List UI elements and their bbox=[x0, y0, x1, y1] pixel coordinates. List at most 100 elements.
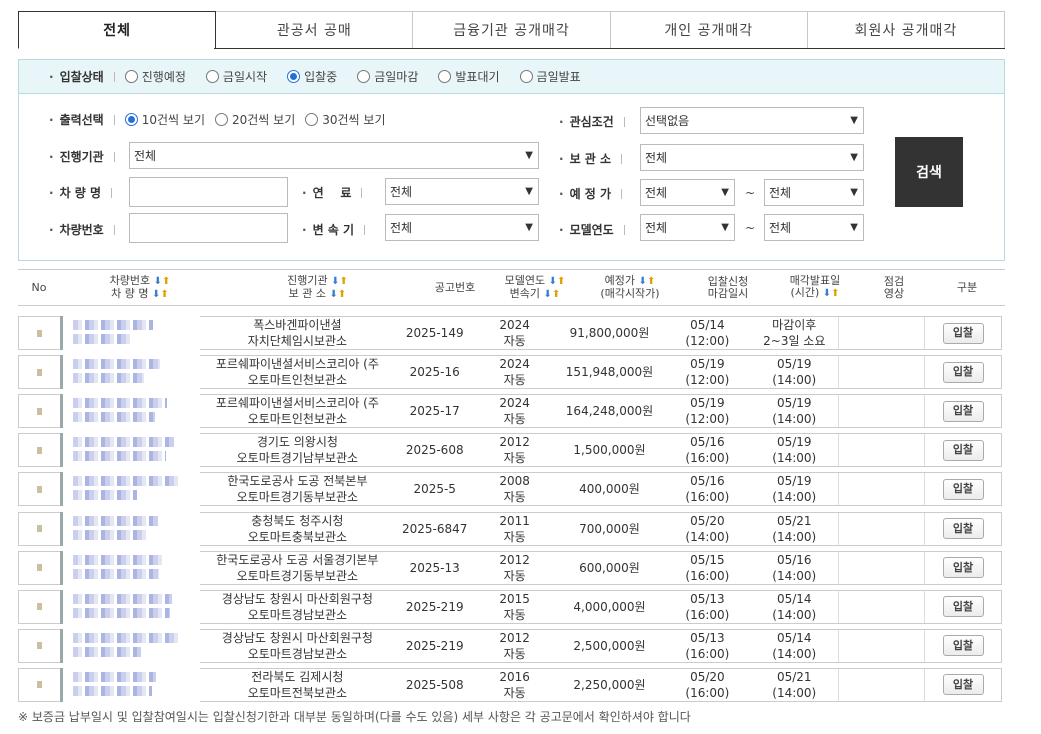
output-option-10[interactable]: 10건씩 보기 bbox=[124, 111, 205, 128]
tab-all[interactable]: 전체 bbox=[18, 11, 217, 49]
status-option-announce-today[interactable]: 금일발표 bbox=[519, 68, 581, 85]
price-to-select[interactable]: 전체 ▼ bbox=[764, 179, 864, 206]
col-notice: 공고번호 bbox=[434, 280, 476, 294]
status-option-scheduled[interactable]: 진행예정 bbox=[124, 68, 186, 85]
price-cell: 4,000,000원 bbox=[573, 599, 646, 614]
search-button[interactable]: 검색 bbox=[895, 137, 963, 207]
type-cell: 입찰 bbox=[925, 356, 1001, 388]
price-from-select[interactable]: 전체 ▼ bbox=[640, 179, 735, 206]
row-box: 경상남도 창원시 마산회원구청 오토마트경남보관소 2025-219 2012 자동 2,… bbox=[200, 628, 1002, 663]
row-no-cell bbox=[18, 667, 60, 702]
car-no-input[interactable] bbox=[129, 213, 288, 243]
radio-icon[interactable] bbox=[205, 70, 219, 83]
gear-select[interactable]: 전체 ▼ bbox=[385, 214, 539, 241]
output-option-20[interactable]: 20건씩 보기 bbox=[214, 111, 295, 128]
year-from-select[interactable]: 전체 ▼ bbox=[640, 214, 735, 241]
agency-storage-cell[interactable]: 포르쉐파이낸셜서비스코리아 (주 오토마트인천보관소 bbox=[200, 395, 395, 427]
divider bbox=[623, 224, 625, 235]
sort-arrows-icon[interactable]: ⬇⬆ bbox=[823, 288, 840, 299]
car-thumbnail[interactable] bbox=[60, 511, 200, 546]
type-cell: 입찰 bbox=[925, 669, 1001, 701]
car-thumbnail[interactable] bbox=[60, 355, 200, 390]
bid-button[interactable]: 입찰 bbox=[942, 635, 984, 657]
sort-arrows-icon[interactable]: ⬇⬆ bbox=[152, 289, 169, 300]
sort-arrows-icon[interactable]: ⬇⬆ bbox=[330, 289, 347, 300]
agency-select[interactable]: 전체 ▼ bbox=[129, 142, 539, 169]
radio-icon[interactable] bbox=[214, 113, 228, 126]
bid-button[interactable]: 입찰 bbox=[942, 400, 984, 422]
radio-icon[interactable] bbox=[124, 70, 138, 83]
blurred-plate bbox=[73, 398, 167, 409]
col-model-year[interactable]: 모델연도 ⬇⬆ 변속기 ⬇⬆ bbox=[495, 270, 575, 305]
blurred-plate bbox=[73, 476, 181, 487]
radio-selected-icon[interactable] bbox=[287, 70, 301, 83]
agency-storage-cell[interactable]: 경상남도 창원시 마산회원구청 오토마트경남보관소 bbox=[200, 630, 395, 662]
radio-icon[interactable] bbox=[438, 70, 452, 83]
blurred-name bbox=[73, 334, 133, 344]
agency-storage-cell[interactable]: 폭스바겐파이낸셜 자치단체임시보관소 bbox=[200, 317, 395, 349]
interest-select[interactable]: 선택없음 ▼ bbox=[640, 107, 864, 134]
sort-arrows-icon[interactable]: ⬇⬆ bbox=[154, 276, 171, 287]
car-thumbnail[interactable] bbox=[60, 433, 200, 468]
status-option-awaiting[interactable]: 발표대기 bbox=[438, 68, 500, 85]
bid-button[interactable]: 입찰 bbox=[942, 361, 984, 383]
agency-storage-cell[interactable]: 전라북도 김제시청 오토마트전북보관소 bbox=[200, 669, 395, 701]
radio-icon[interactable] bbox=[305, 113, 319, 126]
agency-storage-cell[interactable]: 경기도 의왕시청 오토마트경기남부보관소 bbox=[200, 434, 395, 466]
announce-cell: 05/19 (14:00) bbox=[772, 474, 817, 505]
bid-button[interactable]: 입찰 bbox=[942, 518, 984, 539]
bid-button[interactable]: 입찰 bbox=[942, 596, 984, 618]
status-option-start-today[interactable]: 금일시작 bbox=[205, 68, 267, 85]
bid-button[interactable]: 입찰 bbox=[942, 478, 984, 500]
radio-selected-icon[interactable] bbox=[124, 113, 138, 126]
col-announce[interactable]: 매각발표일 (시간) ⬇⬆ bbox=[771, 270, 859, 305]
sort-arrows-icon[interactable]: ⬇⬆ bbox=[639, 276, 656, 287]
status-option-close-today[interactable]: 금일마감 bbox=[357, 68, 418, 85]
car-thumbnail[interactable] bbox=[60, 628, 200, 663]
col-type: 구분 bbox=[956, 280, 978, 294]
announce-cell: 05/21 (14:00) bbox=[772, 513, 817, 544]
tab-financial[interactable]: 금융기관 공개매각 bbox=[413, 11, 611, 49]
bid-button[interactable]: 입찰 bbox=[942, 557, 984, 579]
tab-personal[interactable]: 개인 공개매각 bbox=[610, 11, 808, 49]
bid-button[interactable]: 입찰 bbox=[942, 322, 984, 344]
col-no: No bbox=[31, 280, 47, 294]
blurred-name bbox=[73, 568, 159, 579]
tab-government[interactable]: 관공서 공매 bbox=[216, 11, 414, 49]
sort-arrows-icon[interactable]: ⬇⬆ bbox=[549, 276, 566, 287]
radio-icon[interactable] bbox=[357, 70, 371, 83]
interest-label: 관심조건 bbox=[559, 113, 614, 130]
sort-arrows-icon[interactable]: ⬇⬆ bbox=[331, 276, 348, 287]
year-to-select[interactable]: 전체 ▼ bbox=[764, 214, 864, 241]
car-name-input[interactable] bbox=[129, 177, 288, 207]
car-thumbnail[interactable] bbox=[60, 472, 200, 507]
radio-icon[interactable] bbox=[519, 70, 533, 83]
col-car-no[interactable]: 차량번호 ⬇⬆ 차 량 명 ⬇⬆ bbox=[60, 270, 220, 305]
car-thumbnail[interactable] bbox=[60, 316, 200, 350]
car-thumbnail[interactable] bbox=[60, 667, 200, 702]
car-thumbnail[interactable] bbox=[60, 550, 200, 585]
agency-storage-cell[interactable]: 한국도로공사 도공 전북본부 오토마트경기동부보관소 bbox=[200, 473, 395, 505]
year-gear-cell: 2012 자동 bbox=[499, 435, 530, 466]
col-agency[interactable]: 진행기관 ⬇⬆ 보 관 소 ⬇⬆ bbox=[220, 270, 415, 305]
sort-arrows-icon[interactable]: ⬇⬆ bbox=[544, 289, 561, 300]
storage-select[interactable]: 전체 ▼ bbox=[640, 144, 864, 171]
bid-button[interactable]: 입찰 bbox=[942, 439, 984, 461]
col-price[interactable]: 예정가 ⬇⬆ (매각시작가) bbox=[575, 270, 685, 305]
row-box: 한국도로공사 도공 전북본부 오토마트경기동부보관소 2025-5 2008 자동 400… bbox=[200, 472, 1002, 507]
car-no-label-wrap: 차량번호 bbox=[49, 221, 125, 238]
tab-member[interactable]: 회원사 공개매각 bbox=[807, 11, 1006, 49]
output-option-30[interactable]: 30건씩 보기 bbox=[305, 111, 385, 128]
car-thumbnail[interactable] bbox=[60, 589, 200, 624]
fuel-label-wrap: 연 료 bbox=[302, 184, 372, 201]
fuel-label: 연 료 bbox=[302, 184, 352, 201]
agency-storage-cell[interactable]: 포르쉐파이낸셜서비스코리아 (주 오토마트인천보관소 bbox=[200, 356, 395, 388]
agency-storage-cell[interactable]: 충청북도 청주시청 오토마트충북보관소 bbox=[200, 513, 395, 545]
agency-storage-cell[interactable]: 경상남도 창원시 마산회원구청 오토마트경남보관소 bbox=[200, 591, 395, 623]
price-cell: 700,000원 bbox=[579, 521, 640, 536]
agency-storage-cell[interactable]: 한국도로공사 도공 서울경기본부 오토마트경기동부보관소 bbox=[200, 552, 395, 584]
bid-button[interactable]: 입찰 bbox=[942, 674, 984, 696]
car-thumbnail[interactable] bbox=[60, 394, 200, 429]
status-option-bidding[interactable]: 입찰중 bbox=[287, 68, 337, 85]
fuel-select[interactable]: 전체 ▼ bbox=[385, 178, 539, 205]
